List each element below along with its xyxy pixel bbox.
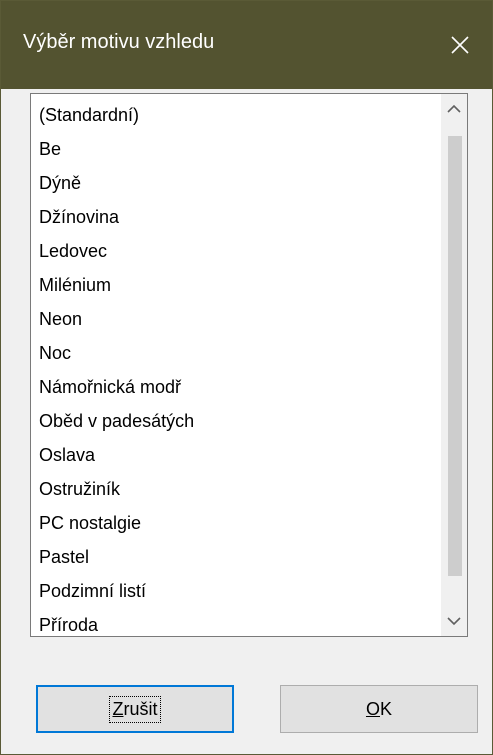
ok-button[interactable]: OK [280,685,478,733]
list-item[interactable]: Podzimní listí [39,574,146,608]
list-item[interactable]: Ledovec [39,234,107,268]
theme-list[interactable]: (Standardní) Be Dýně Džínovina Ledovec M… [30,93,468,637]
vertical-scrollbar[interactable] [441,94,467,636]
list-item[interactable]: Příroda [39,608,98,636]
list-item[interactable]: Neon [39,302,82,336]
list-item[interactable]: Oběd v padesátých [39,404,194,438]
list-item[interactable]: Ostružiník [39,472,120,506]
list-item[interactable]: (Standardní) [39,98,139,132]
theme-selection-dialog: Výběr motivu vzhledu (Standardní) Be Dýn… [0,0,493,755]
ok-mnemonic: O [365,698,380,719]
list-item[interactable]: Džínovina [39,200,119,234]
scroll-up-button[interactable] [441,94,467,124]
list-item[interactable]: Noc [39,336,71,370]
ok-label-rest: K [380,698,393,719]
cancel-button[interactable]: Zrušit [36,685,234,733]
close-button[interactable] [428,1,492,89]
list-item[interactable]: PC nostalgie [39,506,141,540]
cancel-button-label: Zrušit [109,695,161,723]
scroll-down-button[interactable] [441,606,467,636]
ok-button-label: OK [366,699,392,720]
chevron-down-icon [447,617,461,626]
list-item[interactable]: Milénium [39,268,111,302]
theme-list-items: (Standardní) Be Dýně Džínovina Ledovec M… [31,94,441,636]
chevron-up-icon [447,104,461,113]
list-item[interactable]: Be [39,132,61,166]
list-item[interactable]: Oslava [39,438,95,472]
dialog-title: Výběr motivu vzhledu [23,31,215,53]
title-bar: Výběr motivu vzhledu [1,1,492,89]
scrollbar-thumb[interactable] [448,136,462,576]
close-icon [451,36,469,54]
list-item[interactable]: Námořnická modř [39,370,181,404]
list-item[interactable]: Dýně [39,166,81,200]
cancel-mnemonic: Z [112,698,124,719]
cancel-label-rest: rušit [123,698,158,719]
list-item[interactable]: Pastel [39,540,89,574]
